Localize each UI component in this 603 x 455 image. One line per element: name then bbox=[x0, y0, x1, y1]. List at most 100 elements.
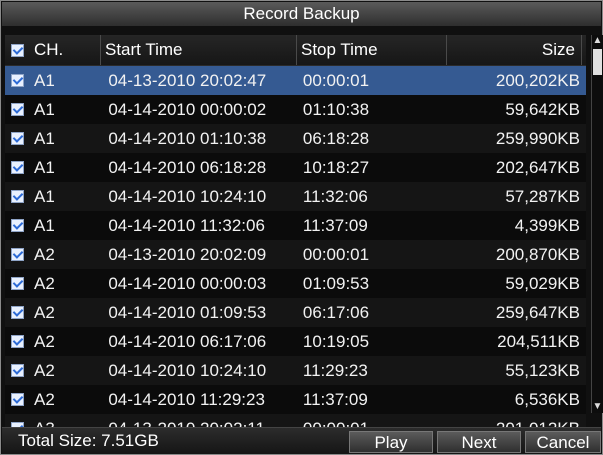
scroll-up-icon[interactable]: ▲ bbox=[592, 35, 603, 47]
channel-label: A2 bbox=[34, 302, 55, 322]
cell-start-time: 04-14-2010 10:24:10 bbox=[108, 186, 267, 206]
channel-label: A2 bbox=[34, 360, 55, 380]
table-body: A1 04-13-2010 20:02:47 00:00:01 200,202KB A1… bbox=[5, 66, 586, 443]
channel-label: A1 bbox=[34, 128, 55, 148]
cell-size: 59,642KB bbox=[505, 99, 580, 119]
vertical-scrollbar[interactable]: ▲ ▼ bbox=[591, 35, 603, 413]
scroll-thumb[interactable] bbox=[593, 49, 602, 75]
cell-ch: A1 bbox=[5, 158, 104, 178]
cell-ch: A2 bbox=[5, 390, 104, 410]
table-row[interactable]: A1 04-13-2010 20:02:47 00:00:01 200,202KB bbox=[5, 66, 586, 95]
cell-size: 259,990KB bbox=[495, 128, 580, 148]
cell-start-time: 04-14-2010 06:18:28 bbox=[108, 157, 267, 177]
table-header: CH. Start Time Stop Time Size bbox=[5, 35, 586, 66]
channel-label: A1 bbox=[34, 186, 55, 206]
select-all-checkbox[interactable] bbox=[11, 43, 24, 57]
cell-start-time: 04-14-2010 10:24:10 bbox=[108, 360, 267, 380]
cell-start-time: 04-13-2010 20:02:09 bbox=[108, 244, 267, 264]
column-size[interactable]: Size bbox=[447, 35, 582, 65]
cancel-button[interactable]: Cancel bbox=[525, 431, 601, 453]
cell-stop-time: 00:00:01 bbox=[302, 244, 370, 264]
cell-start-time: 04-14-2010 11:29:23 bbox=[108, 389, 265, 409]
table-row[interactable]: A2 04-14-2010 10:24:10 11:29:23 55,123KB bbox=[5, 356, 586, 385]
recordings-table: CH. Start Time Stop Time Size A1 04-13-20… bbox=[5, 35, 586, 443]
table-row[interactable]: A2 04-14-2010 00:00:03 01:09:53 59,029KB bbox=[5, 269, 586, 298]
cell-ch: A2 bbox=[5, 332, 104, 352]
row-checkbox[interactable] bbox=[11, 248, 24, 261]
table-row[interactable]: A1 04-14-2010 06:18:28 10:18:27 202,647KB bbox=[5, 153, 586, 182]
row-checkbox[interactable] bbox=[11, 103, 24, 116]
cell-stop-time: 11:37:09 bbox=[302, 389, 368, 409]
cell-start-time: 04-14-2010 00:00:02 bbox=[108, 99, 267, 119]
row-checkbox[interactable] bbox=[11, 219, 24, 232]
table-row[interactable]: A1 04-14-2010 00:00:02 01:10:38 59,642KB bbox=[5, 95, 586, 124]
cell-stop-time: 01:10:38 bbox=[302, 99, 370, 119]
cell-stop-time: 00:00:01 bbox=[302, 70, 370, 90]
cell-ch: A2 bbox=[5, 361, 104, 381]
channel-label: A1 bbox=[34, 99, 55, 119]
cell-size: 4,399KB bbox=[514, 215, 580, 235]
cell-size: 55,123KB bbox=[505, 360, 580, 380]
cell-start-time: 04-14-2010 01:09:53 bbox=[108, 302, 267, 322]
cell-ch: A1 bbox=[5, 71, 104, 91]
cell-stop-time: 01:09:53 bbox=[302, 273, 370, 293]
cell-stop-time: 06:18:28 bbox=[302, 128, 370, 148]
row-checkbox[interactable] bbox=[11, 190, 24, 203]
dialog-title: Record Backup bbox=[2, 2, 601, 26]
row-checkbox[interactable] bbox=[11, 335, 24, 348]
table-row[interactable]: A2 04-13-2010 20:02:09 00:00:01 200,870KB bbox=[5, 240, 586, 269]
row-checkbox[interactable] bbox=[11, 277, 24, 290]
cell-stop-time: 10:19:05 bbox=[302, 331, 370, 351]
next-button[interactable]: Next bbox=[437, 431, 521, 453]
channel-label: A2 bbox=[34, 273, 55, 293]
cell-start-time: 04-13-2010 20:02:47 bbox=[108, 70, 267, 90]
cell-start-time: 04-14-2010 11:32:06 bbox=[108, 215, 265, 235]
table-row[interactable]: A2 04-14-2010 01:09:53 06:17:06 259,647KB bbox=[5, 298, 586, 327]
cell-stop-time: 11:29:23 bbox=[302, 360, 368, 380]
scroll-down-icon[interactable]: ▼ bbox=[592, 401, 603, 413]
channel-label: A1 bbox=[34, 70, 55, 90]
row-checkbox[interactable] bbox=[11, 132, 24, 145]
cell-ch: A1 bbox=[5, 216, 104, 236]
table-row[interactable]: A2 04-14-2010 11:29:23 11:37:09 6,536KB bbox=[5, 385, 586, 414]
table-row[interactable]: A1 04-14-2010 10:24:10 11:32:06 57,287KB bbox=[5, 182, 586, 211]
row-checkbox[interactable] bbox=[11, 393, 24, 406]
cell-ch: A1 bbox=[5, 187, 104, 207]
channel-label: A1 bbox=[34, 157, 55, 177]
cell-ch: A2 bbox=[5, 274, 104, 294]
row-checkbox[interactable] bbox=[11, 364, 24, 377]
footer-bar: Total Size: 7.51GB Play Next Cancel bbox=[2, 427, 601, 454]
table-row[interactable]: A2 04-14-2010 06:17:06 10:19:05 204,511KB bbox=[5, 327, 586, 356]
channel-label: A2 bbox=[34, 244, 55, 264]
cell-stop-time: 10:18:27 bbox=[302, 157, 370, 177]
cell-ch: A2 bbox=[5, 245, 104, 265]
cell-size: 204,511KB bbox=[497, 331, 580, 351]
column-start-time[interactable]: Start Time bbox=[101, 35, 297, 65]
row-checkbox[interactable] bbox=[11, 161, 24, 174]
cell-size: 200,870KB bbox=[495, 244, 580, 264]
column-stop-time[interactable]: Stop Time bbox=[297, 35, 447, 65]
cell-start-time: 04-14-2010 06:17:06 bbox=[108, 331, 267, 351]
cell-stop-time: 11:32:06 bbox=[302, 186, 368, 206]
table-row[interactable]: A1 04-14-2010 01:10:38 06:18:28 259,990KB bbox=[5, 124, 586, 153]
play-button[interactable]: Play bbox=[349, 431, 433, 453]
cell-start-time: 04-14-2010 01:10:38 bbox=[108, 128, 267, 148]
column-ch-label: CH. bbox=[34, 40, 64, 59]
row-checkbox[interactable] bbox=[11, 306, 24, 319]
cell-stop-time: 11:37:09 bbox=[302, 215, 368, 235]
cell-size: 202,647KB bbox=[495, 157, 580, 177]
total-size: Total Size: 7.51GB bbox=[18, 431, 159, 450]
channel-label: A2 bbox=[34, 331, 55, 351]
cell-size: 259,647KB bbox=[495, 302, 580, 322]
cell-ch: A1 bbox=[5, 100, 104, 120]
cell-size: 200,202KB bbox=[495, 70, 580, 90]
record-backup-dialog: Record Backup CH. Start Time Stop Time S… bbox=[0, 0, 603, 455]
row-checkbox[interactable] bbox=[11, 74, 24, 87]
table-row[interactable]: A1 04-14-2010 11:32:06 11:37:09 4,399KB bbox=[5, 211, 586, 240]
cell-ch: A1 bbox=[5, 129, 104, 149]
column-ch[interactable]: CH. bbox=[5, 35, 101, 65]
cell-stop-time: 06:17:06 bbox=[302, 302, 370, 322]
cell-size: 59,029KB bbox=[505, 273, 580, 293]
cell-size: 57,287KB bbox=[505, 186, 580, 206]
channel-label: A1 bbox=[34, 215, 55, 235]
